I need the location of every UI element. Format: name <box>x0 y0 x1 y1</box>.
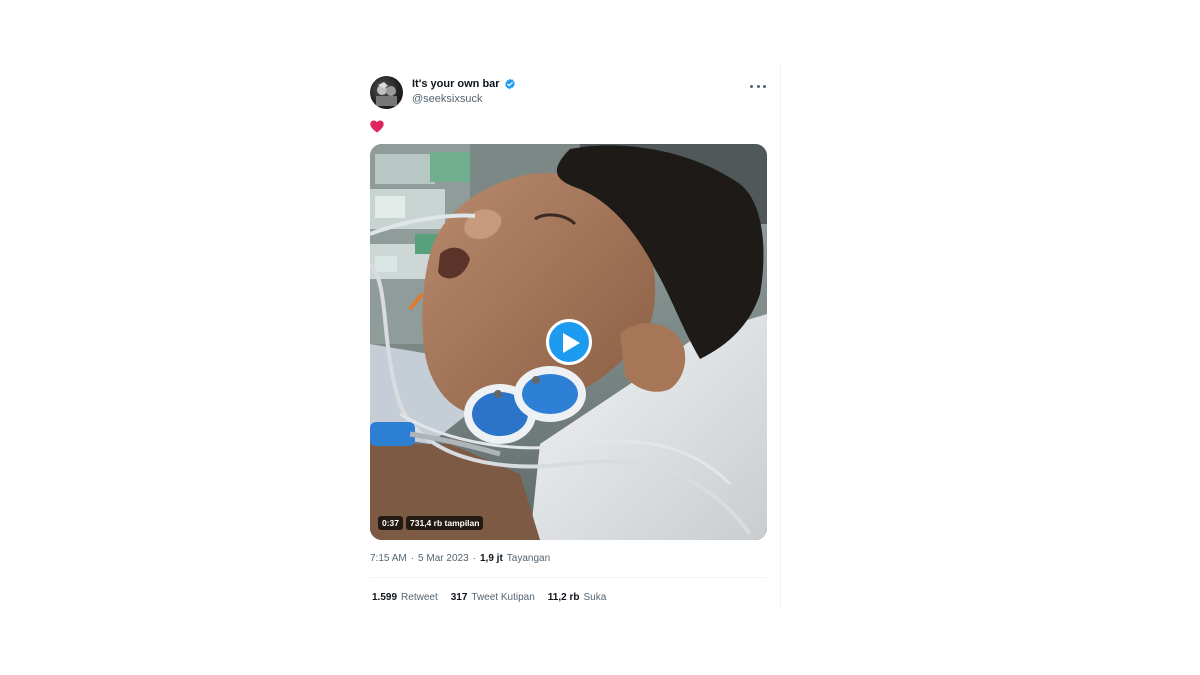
display-name-row: It's your own bar <box>412 78 516 90</box>
avatar-image <box>376 82 397 106</box>
more-dot <box>756 84 760 88</box>
verified-badge-icon <box>504 78 515 90</box>
handle[interactable]: @seeksixsuck <box>412 93 516 105</box>
views-count: 1,9 jt <box>479 553 503 564</box>
quotes-count: 317 <box>450 592 468 603</box>
more-dot <box>763 84 766 88</box>
tweet-date[interactable]: 5 Mar 2023 <box>418 553 469 564</box>
quote-tweets-stat[interactable]: 317 Tweet Kutipan <box>451 592 535 603</box>
likes-label: Suka <box>583 592 607 603</box>
tweet-time[interactable]: 7:15 AM <box>370 553 407 564</box>
video-player[interactable]: 0:37 731,4 rb tampilan <box>370 144 767 540</box>
more-options-icon[interactable] <box>750 80 766 92</box>
retweets-stat[interactable]: 1.599 Retweet <box>372 592 438 603</box>
retweets-label: Retweet <box>401 592 438 603</box>
likes-stat[interactable]: 11,2 rb Suka <box>548 592 607 603</box>
video-views: 731,4 rb tampilan <box>406 516 484 530</box>
engagement-stats: 1.599 Retweet 317 Tweet Kutipan 11,2 rb … <box>372 592 606 603</box>
red-heart-icon <box>370 120 384 133</box>
display-name[interactable]: It's your own bar <box>412 78 500 90</box>
views-label: Tayangan <box>506 553 551 564</box>
more-dot <box>750 84 753 88</box>
meta-separator: · <box>472 553 476 564</box>
meta-separator: · <box>410 553 415 564</box>
tweet-card: It's your own bar @seeksixsuck 0:37 731,… <box>356 64 781 609</box>
retweets-count: 1.599 <box>372 592 398 603</box>
tweet-header: It's your own bar @seeksixsuck <box>370 76 770 116</box>
video-duration: 0:37 <box>378 516 404 530</box>
quotes-label: Tweet Kutipan <box>471 592 535 603</box>
play-icon <box>563 333 580 353</box>
divider <box>370 577 766 578</box>
author-info: It's your own bar @seeksixsuck <box>412 78 516 105</box>
likes-count: 11,2 rb <box>547 592 580 603</box>
avatar[interactable] <box>370 76 403 109</box>
tweet-meta: 7:15 AM · 5 Mar 2023 · 1,9 jt Tayangan <box>370 553 550 564</box>
video-badges: 0:37 731,4 rb tampilan <box>378 516 484 530</box>
play-button[interactable] <box>546 319 592 365</box>
